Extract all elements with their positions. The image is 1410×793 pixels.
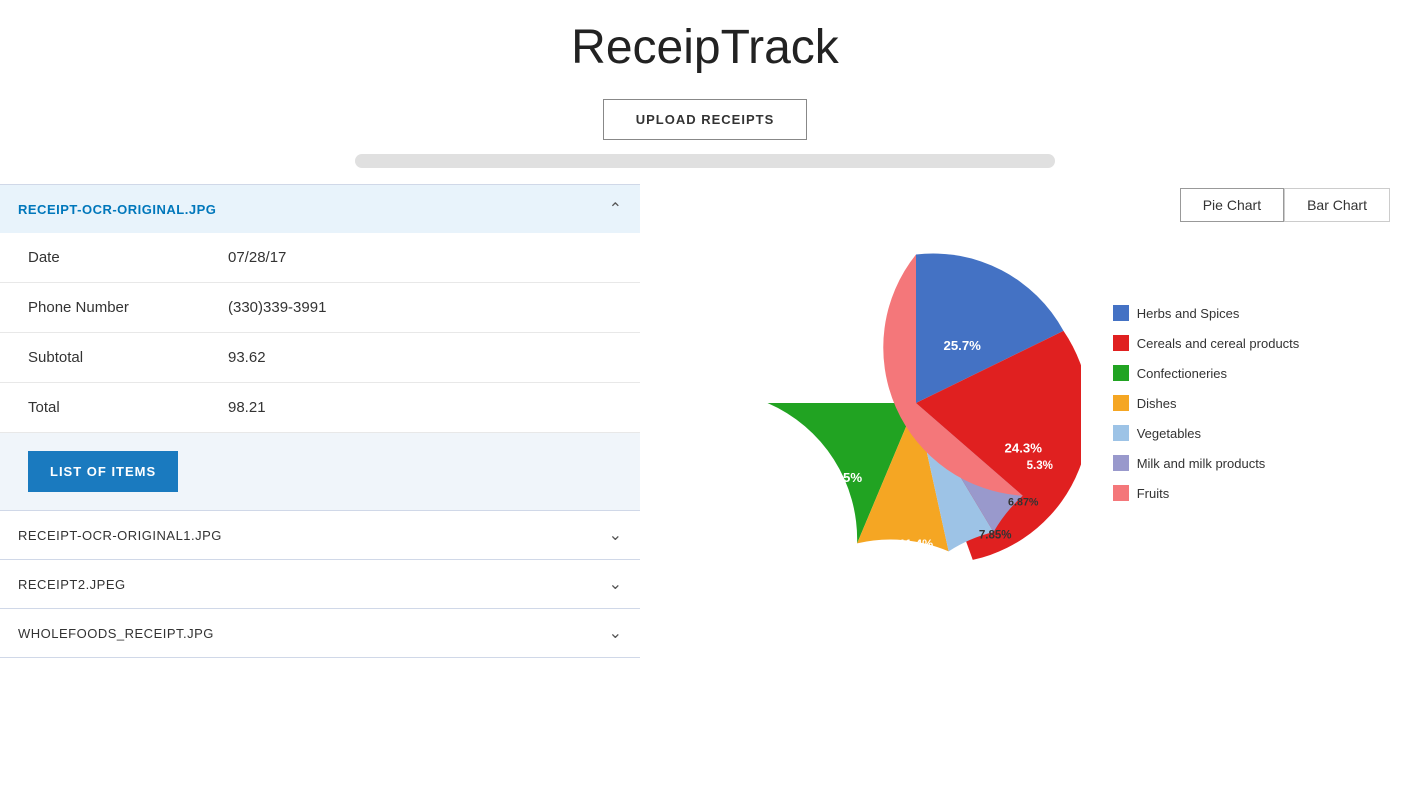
tab-pie-chart[interactable]: Pie Chart [1180,188,1284,222]
chart-area: 25.7% 24.3% 18.5% 11.4% 7.85% 6.87% 5.3%… [660,238,1390,568]
upload-button[interactable]: UPLOAD RECEIPTS [603,99,808,140]
chart-legend: Herbs and Spices Cereals and cereal prod… [1113,305,1300,501]
pie-label-milk: 6.87% [1008,496,1039,508]
legend-color-dishes [1113,395,1129,411]
pie-label-herbs: 25.7% [943,338,981,353]
detail-total-row: Total 98.21 [0,383,640,433]
right-panel: Pie Chart Bar Chart [640,184,1410,568]
legend-label-confectioneries: Confectioneries [1137,366,1227,381]
chevron-down-icon-2: ⌄ [609,574,622,594]
receipt-header-wholefoods[interactable]: WHOLEFOODS_RECEIPT.JPG ⌄ [0,609,640,657]
receipt-filename-ocr: RECEIPT-OCR-ORIGINAL.JPG [18,202,216,217]
receipt-details-ocr: Date 07/28/17 Phone Number (330)339-3991… [0,233,640,510]
list-items-button[interactable]: LIST OF ITEMS [28,451,178,492]
receipt-filename-receipt2: RECEIPT2.JPEG [18,577,126,592]
receipt-header-receipt2[interactable]: RECEIPT2.JPEG ⌄ [0,560,640,608]
legend-color-herbs [1113,305,1129,321]
upload-section: UPLOAD RECEIPTS [0,99,1410,168]
legend-label-dishes: Dishes [1137,396,1177,411]
app-title: ReceipTrack [0,0,1410,99]
receipt-header-ocr1[interactable]: RECEIPT-OCR-ORIGINAL1.JPG ⌄ [0,511,640,559]
legend-item-cereals: Cereals and cereal products [1113,335,1300,351]
subtotal-value: 93.62 [228,349,266,366]
legend-item-vegetables: Vegetables [1113,425,1300,441]
legend-color-fruits [1113,485,1129,501]
legend-label-herbs: Herbs and Spices [1137,306,1240,321]
pie-label-vegetables: 7.85% [979,529,1012,541]
legend-label-milk: Milk and milk products [1137,456,1266,471]
legend-item-milk: Milk and milk products [1113,455,1300,471]
chart-tabs: Pie Chart Bar Chart [660,188,1390,222]
legend-label-fruits: Fruits [1137,486,1170,501]
detail-date-row: Date 07/28/17 [0,233,640,283]
pie-label-cereals: 24.3% [1004,441,1042,456]
list-items-section: LIST OF ITEMS [0,433,640,510]
legend-color-cereals [1113,335,1129,351]
pie-label-fruits: 5.3% [1026,460,1052,472]
phone-value: (330)339-3991 [228,299,326,316]
detail-phone-row: Phone Number (330)339-3991 [0,283,640,333]
legend-item-confectioneries: Confectioneries [1113,365,1300,381]
tab-bar-chart[interactable]: Bar Chart [1284,188,1390,222]
legend-label-cereals: Cereals and cereal products [1137,336,1300,351]
legend-item-dishes: Dishes [1113,395,1300,411]
pie-label-dishes: 11.4% [899,537,933,551]
left-panel: RECEIPT-OCR-ORIGINAL.JPG ⌃ Date 07/28/17… [0,184,640,658]
subtotal-label: Subtotal [28,349,228,366]
pie-chart: 25.7% 24.3% 18.5% 11.4% 7.85% 6.87% 5.3% [751,238,1081,568]
legend-color-milk [1113,455,1129,471]
pie-label-confectioneries: 18.5% [824,470,862,485]
receipt-item-receipt2: RECEIPT2.JPEG ⌄ [0,560,640,609]
receipt-header-ocr[interactable]: RECEIPT-OCR-ORIGINAL.JPG ⌃ [0,185,640,233]
legend-item-fruits: Fruits [1113,485,1300,501]
receipt-item-expanded: RECEIPT-OCR-ORIGINAL.JPG ⌃ Date 07/28/17… [0,185,640,511]
legend-color-confectioneries [1113,365,1129,381]
receipt-item-ocr1: RECEIPT-OCR-ORIGINAL1.JPG ⌄ [0,511,640,560]
chevron-down-icon-3: ⌄ [609,623,622,643]
date-label: Date [28,249,228,266]
total-label: Total [28,399,228,416]
legend-color-vegetables [1113,425,1129,441]
chevron-up-icon: ⌃ [609,199,622,219]
legend-item-herbs: Herbs and Spices [1113,305,1300,321]
legend-label-vegetables: Vegetables [1137,426,1201,441]
chevron-down-icon-1: ⌄ [609,525,622,545]
receipt-filename-wholefoods: WHOLEFOODS_RECEIPT.JPG [18,626,214,641]
date-value: 07/28/17 [228,249,286,266]
receipt-item-wholefoods: WHOLEFOODS_RECEIPT.JPG ⌄ [0,609,640,658]
detail-subtotal-row: Subtotal 93.62 [0,333,640,383]
phone-label: Phone Number [28,299,228,316]
main-content: RECEIPT-OCR-ORIGINAL.JPG ⌃ Date 07/28/17… [0,184,1410,658]
progress-bar [355,154,1055,168]
receipt-filename-ocr1: RECEIPT-OCR-ORIGINAL1.JPG [18,528,222,543]
total-value: 98.21 [228,399,266,416]
